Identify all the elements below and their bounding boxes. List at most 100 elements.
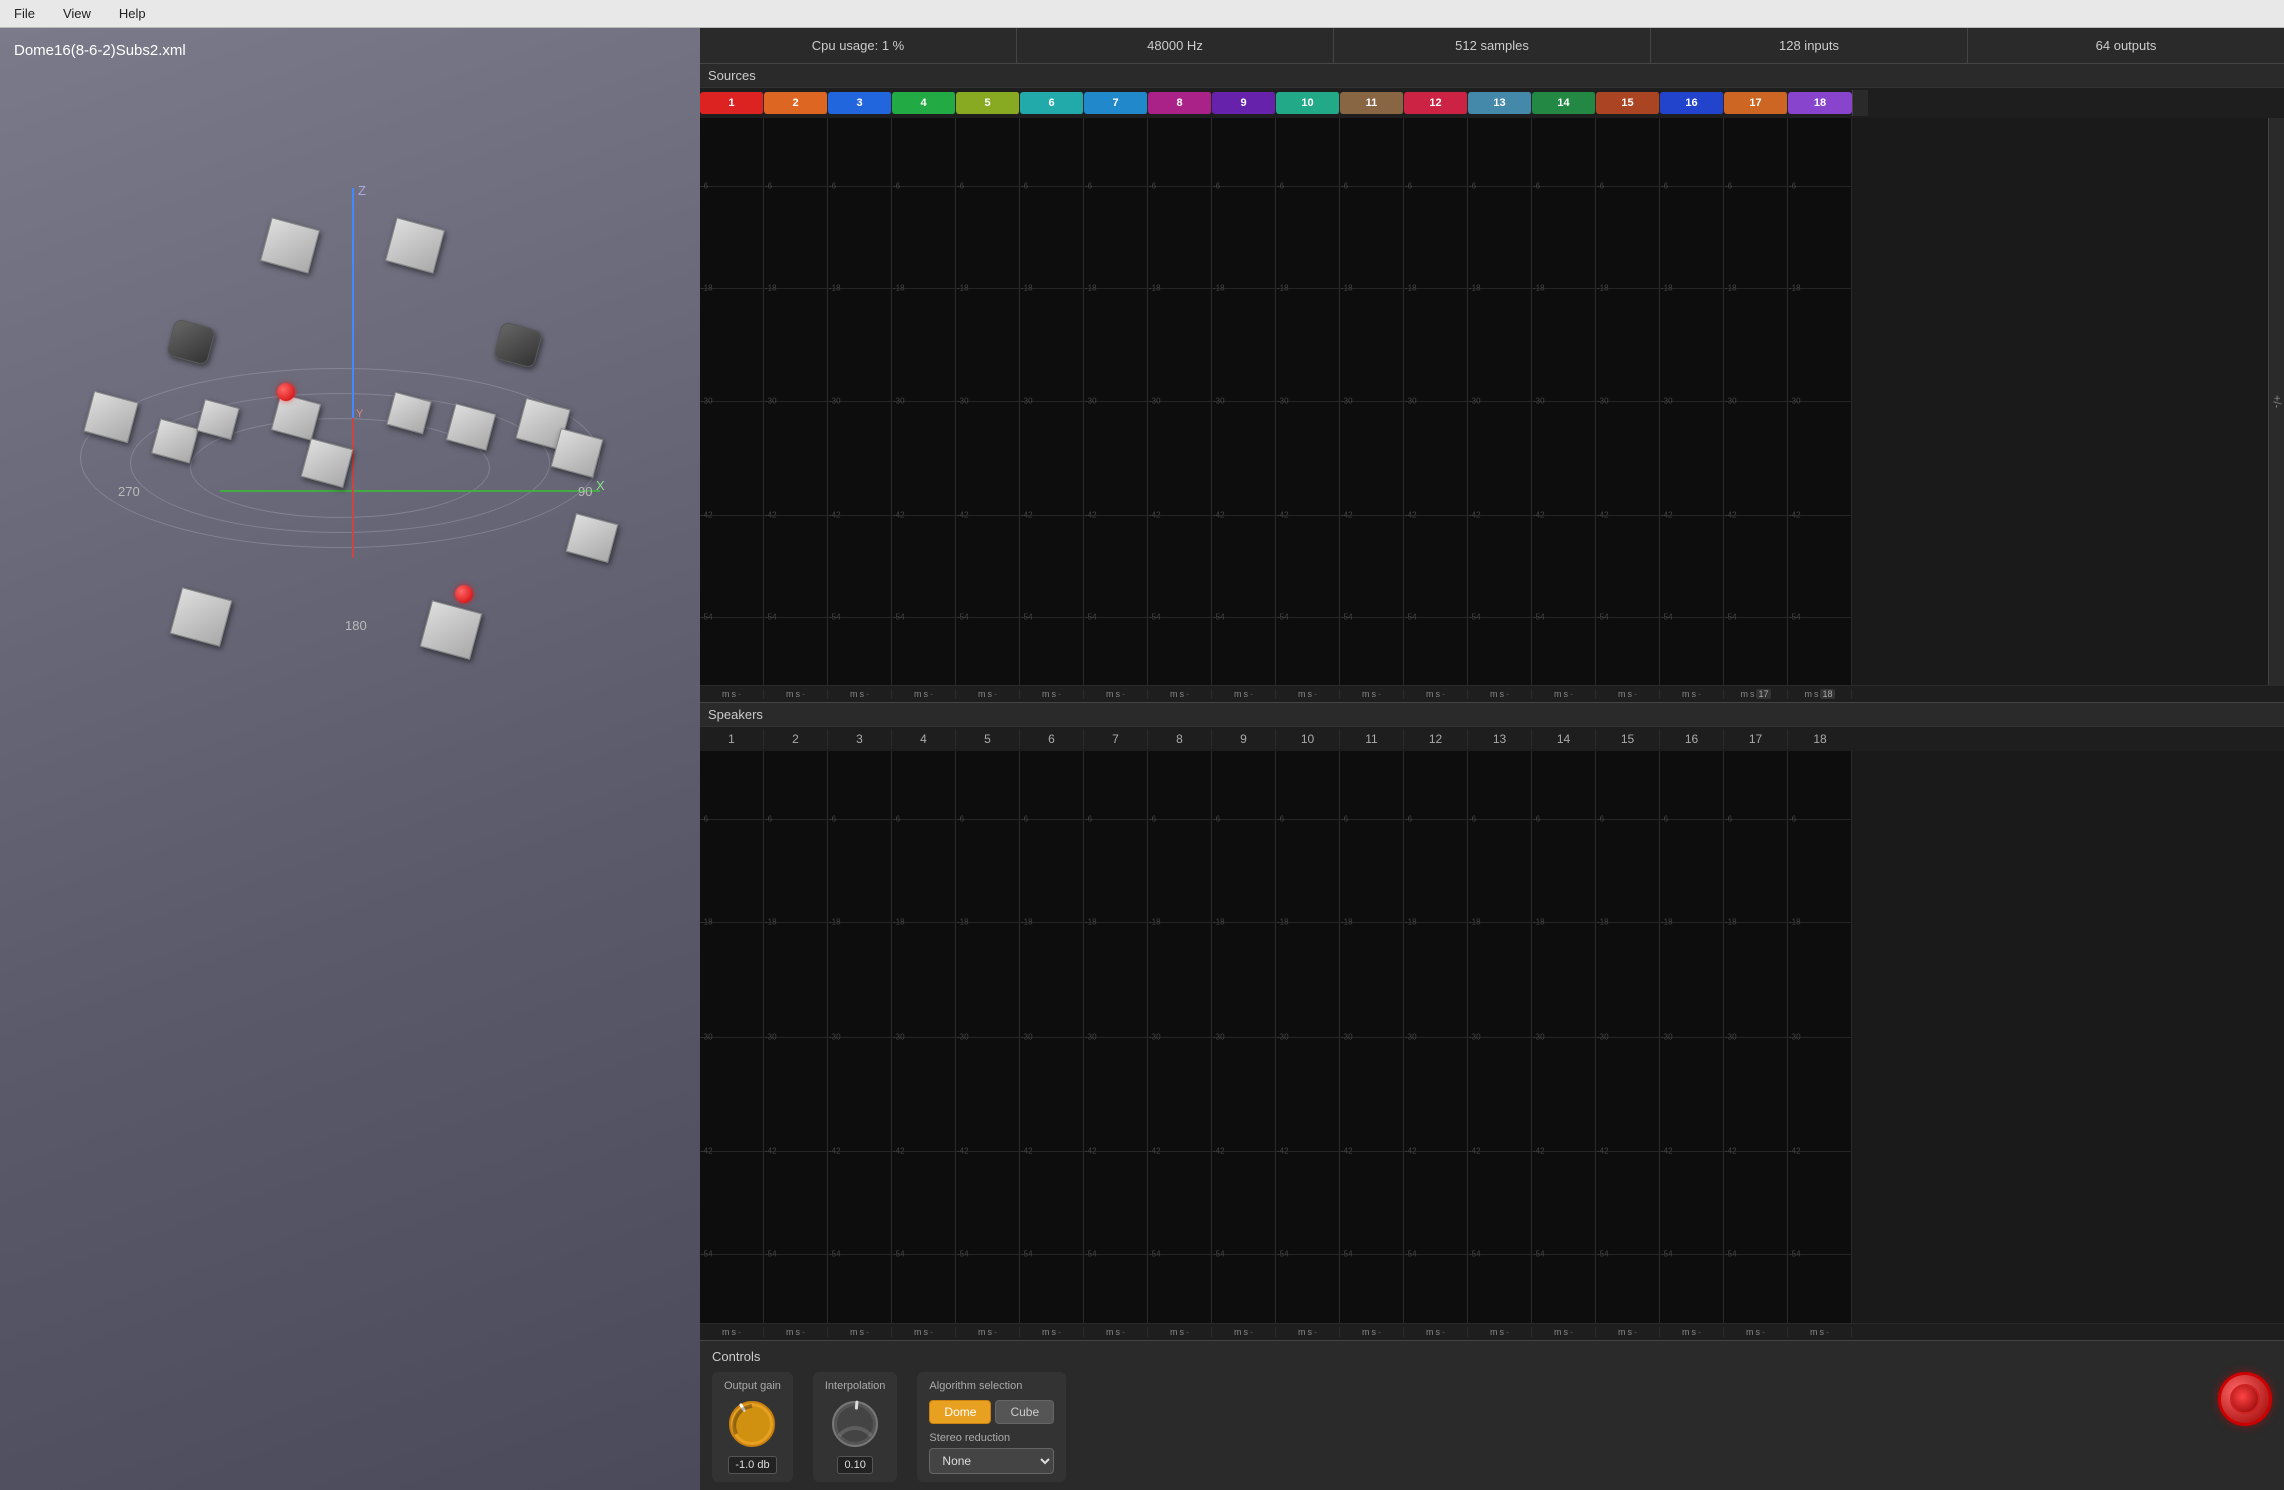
ms-s-btn[interactable]: s [1180, 1327, 1185, 1337]
ms-m-btn[interactable]: m [1618, 689, 1626, 699]
src-badge-1[interactable]: 1 [700, 92, 764, 114]
ms-s-btn[interactable]: s [1308, 1327, 1313, 1337]
cube-8[interactable] [446, 403, 496, 451]
ms-m-btn[interactable]: m [1234, 689, 1242, 699]
ms-m-btn[interactable]: m [1298, 1327, 1306, 1337]
ms-s-btn[interactable]: s [1750, 689, 1755, 699]
ms-s-btn[interactable]: s [1116, 689, 1121, 699]
cube-12[interactable] [420, 600, 483, 660]
ms-m-btn[interactable]: m [1170, 689, 1178, 699]
menu-help[interactable]: Help [113, 4, 152, 23]
src-badge-6[interactable]: 6 [1020, 92, 1084, 114]
ms-m-btn[interactable]: m [722, 689, 730, 699]
interpolation-knob[interactable] [829, 1398, 881, 1450]
ms-s-btn[interactable]: s [1372, 1327, 1377, 1337]
ms-m-btn[interactable]: m [1554, 1327, 1562, 1337]
algo-cube-button[interactable]: Cube [995, 1400, 1054, 1424]
src-badge-8[interactable]: 8 [1148, 92, 1212, 114]
ms-m-btn[interactable]: m [978, 689, 986, 699]
cube-center[interactable] [301, 438, 354, 488]
ms-m-btn[interactable]: m [786, 1327, 794, 1337]
src-badge-15[interactable]: 15 [1596, 92, 1660, 114]
ms-s-btn[interactable]: s [988, 1327, 993, 1337]
cube-5[interactable] [196, 399, 239, 440]
ms-m-btn[interactable]: m [1490, 1327, 1498, 1337]
menu-view[interactable]: View [57, 4, 97, 23]
cube-7[interactable] [386, 392, 432, 435]
ms-m-btn[interactable]: m [850, 1327, 858, 1337]
src-badge-5[interactable]: 5 [956, 92, 1020, 114]
cube-11[interactable] [170, 587, 233, 647]
ms-s-btn[interactable]: s [732, 1327, 737, 1337]
ms-m-btn[interactable]: m [1682, 1327, 1690, 1337]
ms-m-btn[interactable]: m [1810, 1327, 1818, 1337]
ms-s-btn[interactable]: s [1436, 1327, 1441, 1337]
ms-s-btn[interactable]: s [732, 689, 737, 699]
ms-m-btn[interactable]: m [1804, 689, 1812, 699]
sources-scrollbar[interactable]: +/- [2268, 118, 2284, 685]
ms-s-btn[interactable]: s [924, 1327, 929, 1337]
ms-s-btn[interactable]: s [1372, 689, 1377, 699]
src-badge-12[interactable]: 12 [1404, 92, 1468, 114]
ms-s-btn[interactable]: s [1814, 689, 1819, 699]
ms-m-btn[interactable]: m [1106, 1327, 1114, 1337]
ms-s-btn[interactable]: s [796, 689, 801, 699]
ms-m-btn[interactable]: m [914, 1327, 922, 1337]
cube-3[interactable] [83, 391, 138, 443]
ms-s-btn[interactable]: s [1692, 1327, 1697, 1337]
ms-s-btn[interactable]: s [1564, 689, 1569, 699]
src-badge-9[interactable]: 9 [1212, 92, 1276, 114]
ms-m-btn[interactable]: m [722, 1327, 730, 1337]
ms-s-btn[interactable]: s [1628, 1327, 1633, 1337]
cube-4[interactable] [151, 418, 199, 463]
src-badge-17[interactable]: 17 [1724, 92, 1788, 114]
src-badge-7[interactable]: 7 [1084, 92, 1148, 114]
ms-m-btn[interactable]: m [1682, 689, 1690, 699]
ms-m-btn[interactable]: m [1170, 1327, 1178, 1337]
ms-m-btn[interactable]: m [1362, 689, 1370, 699]
ms-s-btn[interactable]: s [924, 689, 929, 699]
menu-file[interactable]: File [8, 4, 41, 23]
ms-m-btn[interactable]: m [1234, 1327, 1242, 1337]
ms-s-btn[interactable]: s [1692, 689, 1697, 699]
speaker-dark-2[interactable] [493, 321, 543, 369]
record-button[interactable] [2218, 1372, 2272, 1426]
ms-m-btn[interactable]: m [1362, 1327, 1370, 1337]
ms-s-btn[interactable]: s [796, 1327, 801, 1337]
ms-s-btn[interactable]: s [1116, 1327, 1121, 1337]
cube-2[interactable] [385, 217, 445, 273]
ms-s-btn[interactable]: s [860, 1327, 865, 1337]
cube-6[interactable] [271, 393, 321, 441]
src-badge-16[interactable]: 16 [1660, 92, 1724, 114]
ms-s-btn[interactable]: s [1628, 689, 1633, 699]
source-dot-2[interactable] [455, 585, 473, 603]
ms-m-btn[interactable]: m [1042, 1327, 1050, 1337]
ms-s-btn[interactable]: s [1052, 1327, 1057, 1337]
speaker-dark-1[interactable] [166, 318, 216, 366]
ms-s-btn[interactable]: s [1308, 689, 1313, 699]
ms-s-btn[interactable]: s [1436, 689, 1441, 699]
src-badge-3[interactable]: 3 [828, 92, 892, 114]
ms-m-btn[interactable]: m [1554, 689, 1562, 699]
algo-dome-button[interactable]: Dome [929, 1400, 991, 1424]
ms-m-btn[interactable]: m [850, 689, 858, 699]
ms-m-btn[interactable]: m [1740, 689, 1748, 699]
ms-s-btn[interactable]: s [1180, 689, 1185, 699]
stereo-reduction-select[interactable]: None [929, 1448, 1054, 1474]
ms-s-btn[interactable]: s [1500, 1327, 1505, 1337]
source-dot-1[interactable] [277, 383, 295, 401]
ms-m-btn[interactable]: m [978, 1327, 986, 1337]
ms-s-btn[interactable]: s [1244, 689, 1249, 699]
ms-s-btn[interactable]: s [1756, 1327, 1761, 1337]
ms-m-btn[interactable]: m [1618, 1327, 1626, 1337]
ms-s-btn[interactable]: s [860, 689, 865, 699]
output-gain-knob[interactable] [726, 1398, 778, 1450]
ms-m-btn[interactable]: m [786, 689, 794, 699]
ms-s-btn[interactable]: s [988, 689, 993, 699]
cube-10[interactable] [551, 428, 604, 478]
ms-m-btn[interactable]: m [1746, 1327, 1754, 1337]
ms-m-btn[interactable]: m [1298, 689, 1306, 699]
ms-m-btn[interactable]: m [1426, 1327, 1434, 1337]
ms-m-btn[interactable]: m [914, 689, 922, 699]
src-badge-18[interactable]: 18 [1788, 92, 1852, 114]
